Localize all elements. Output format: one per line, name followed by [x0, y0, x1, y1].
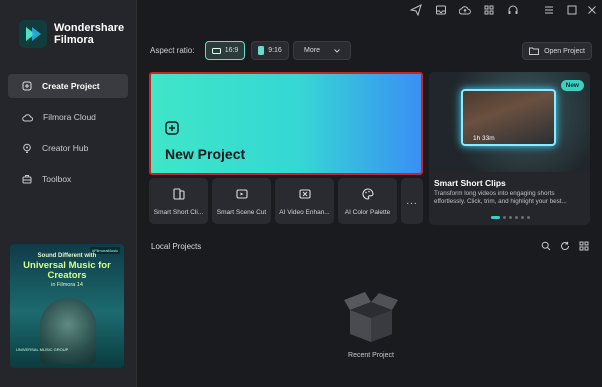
- aspect-16-9-label: 16:9: [224, 47, 239, 54]
- promo-brand: UNIVERSAL MUSIC GROUP: [16, 347, 69, 352]
- aspect-more-label: More: [304, 47, 320, 54]
- tool-label: AI Video Enhan...: [279, 209, 330, 216]
- recent-project-label: Recent Project: [348, 352, 394, 359]
- feature-card-title: Smart Short Clips: [434, 178, 506, 188]
- tool-label: AI Color Palette: [344, 209, 391, 216]
- landscape-icon: [211, 47, 221, 54]
- sidebar-nav: Create Project Filmora Cloud Creator Hub…: [8, 74, 128, 198]
- tool-ai-video-enhancer[interactable]: AI Video Enhan...: [275, 178, 334, 224]
- toolbox-icon: [22, 175, 32, 184]
- sidebar-item-filmora-cloud[interactable]: Filmora Cloud: [8, 105, 128, 129]
- tool-label: Smart Short Cli...: [153, 209, 204, 216]
- feature-card-duration: 1h 33m: [473, 135, 495, 142]
- app-name-line1: Wondershare: [54, 22, 125, 34]
- portrait-icon: [258, 46, 265, 55]
- carousel-dots: [491, 216, 530, 219]
- grid-view-icon[interactable]: [579, 241, 589, 251]
- promo-banner[interactable]: #FilmoraMusic Sound Different with Unive…: [10, 244, 124, 368]
- sidebar-item-label: Toolbox: [42, 174, 72, 184]
- grid-icon[interactable]: [483, 4, 495, 16]
- aspect-ratio-label: Aspect ratio:: [150, 46, 195, 55]
- send-icon[interactable]: [410, 4, 422, 16]
- scene-cut-icon: [235, 189, 248, 199]
- folder-icon: [529, 47, 540, 55]
- sidebar-item-toolbox[interactable]: Toolbox: [8, 167, 128, 191]
- app-name-line2: Filmora: [54, 34, 94, 46]
- new-project-card[interactable]: New Project: [149, 72, 423, 175]
- maximize-icon[interactable]: [566, 4, 578, 16]
- cloud-upload-icon[interactable]: [459, 4, 471, 16]
- promo-artwork: [40, 298, 96, 364]
- tool-smart-scene-cut[interactable]: Smart Scene Cut: [212, 178, 271, 224]
- carousel-dot[interactable]: [521, 216, 524, 219]
- sidebar-item-create-project[interactable]: Create Project: [8, 74, 128, 98]
- filmora-logo-icon: [19, 20, 47, 48]
- local-projects-title: Local Projects: [151, 242, 202, 251]
- sidebar: Wondershare Filmora Create Project Filmo…: [0, 0, 137, 387]
- carousel-dot[interactable]: [509, 216, 512, 219]
- refresh-icon[interactable]: [560, 241, 570, 251]
- empty-box-icon: [344, 292, 398, 342]
- sidebar-item-label: Creator Hub: [42, 143, 89, 153]
- search-icon[interactable]: [541, 241, 551, 251]
- sidebar-item-label: Create Project: [42, 81, 100, 91]
- open-project-label: Open Project: [544, 47, 585, 55]
- more-icon: ...: [406, 196, 418, 207]
- chevron-down-icon: [334, 48, 340, 53]
- carousel-dot[interactable]: [503, 216, 506, 219]
- feature-card-smart-short-clips[interactable]: 1h 33m New Smart Short Clips Transform l…: [429, 72, 590, 225]
- sidebar-item-label: Filmora Cloud: [43, 112, 96, 122]
- bulb-icon: [23, 143, 31, 153]
- feature-card-description: Transform long videos into engaging shor…: [434, 190, 567, 205]
- open-project-button[interactable]: Open Project: [522, 42, 592, 60]
- new-project-title: New Project: [165, 146, 246, 162]
- promo-line3: in Filmora 14: [51, 282, 83, 288]
- inbox-icon[interactable]: [435, 4, 447, 16]
- carousel-dot[interactable]: [491, 216, 500, 219]
- cloud-icon: [22, 113, 33, 122]
- carousel-dot[interactable]: [515, 216, 518, 219]
- app-logo: Wondershare Filmora: [19, 20, 124, 48]
- tool-ai-color-palette[interactable]: AI Color Palette: [338, 178, 397, 224]
- tool-label: Smart Scene Cut: [216, 209, 267, 216]
- aspect-16-9-button[interactable]: 16:9: [205, 41, 245, 60]
- aspect-more-dropdown[interactable]: More: [293, 41, 351, 60]
- promo-line2: Universal Music for Creators: [23, 260, 111, 281]
- app-name: Wondershare Filmora: [54, 22, 124, 46]
- smart-short-clips-icon: [172, 188, 185, 200]
- sidebar-item-creator-hub[interactable]: Creator Hub: [8, 136, 128, 160]
- new-badge: New: [560, 80, 584, 91]
- add-icon: [165, 121, 179, 135]
- plus-square-icon: [22, 81, 32, 91]
- palette-icon: [362, 188, 374, 200]
- close-icon[interactable]: [586, 4, 598, 16]
- tool-smart-short-clips[interactable]: Smart Short Cli...: [149, 178, 208, 224]
- carousel-dot[interactable]: [527, 216, 530, 219]
- promo-line1: Sound Different with: [37, 253, 97, 259]
- aspect-9-16-label: 9:16: [268, 47, 282, 54]
- tool-more-button[interactable]: ...: [401, 178, 423, 224]
- aspect-9-16-button[interactable]: 9:16: [251, 41, 289, 60]
- menu-icon[interactable]: [543, 4, 555, 16]
- video-enhance-icon: [298, 189, 311, 199]
- headset-icon[interactable]: [507, 4, 519, 16]
